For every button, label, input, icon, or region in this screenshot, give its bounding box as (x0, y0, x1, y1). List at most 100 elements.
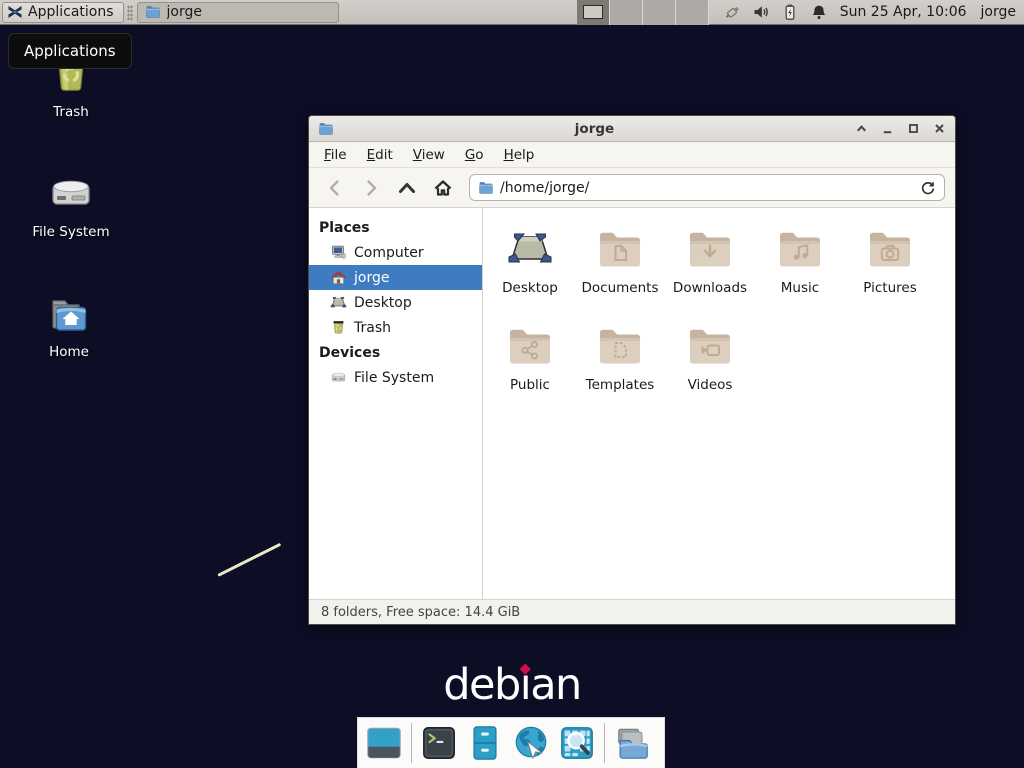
file-item-pictures[interactable]: Pictures (845, 216, 935, 313)
desktop-icon-label: Home (26, 344, 112, 360)
dock-panel (357, 717, 665, 768)
templates-folder-icon (596, 322, 644, 370)
file-item-music[interactable]: Music (755, 216, 845, 313)
menu-view[interactable]: View (403, 144, 455, 166)
desktop-icon-home[interactable]: Home (26, 290, 112, 360)
music-folder-icon (776, 225, 824, 273)
home-folder-icon (45, 290, 93, 338)
computer-icon (330, 244, 347, 261)
file-grid: Desktop Documents Downloads Music Pictures Pu… (483, 208, 955, 599)
sidebar-header-places: Places (309, 215, 482, 240)
up-icon (397, 178, 417, 198)
menubar: FileEditViewGoHelp (309, 142, 955, 168)
toolbar (309, 168, 955, 208)
location-bar (469, 174, 945, 201)
file-item-templates[interactable]: Templates (575, 313, 665, 410)
pictures-folder-icon (866, 225, 914, 273)
workspace-pager (577, 0, 709, 25)
file-item-public[interactable]: Public (485, 313, 575, 410)
window-titlebar[interactable]: jorge (309, 116, 955, 142)
home-icon (330, 269, 347, 286)
filesystem-icon (47, 170, 95, 218)
menu-file[interactable]: File (314, 144, 357, 166)
file-item-label: Videos (688, 377, 733, 393)
file-item-label: Documents (582, 280, 659, 296)
sidebar-header-devices: Devices (309, 340, 482, 365)
sidebar-item-file-system[interactable]: File System (309, 365, 482, 390)
applications-label: Applications (28, 4, 114, 20)
menu-edit[interactable]: Edit (357, 144, 403, 166)
sidebar-item-jorge[interactable]: jorge (309, 265, 482, 290)
file-item-downloads[interactable]: Downloads (665, 216, 755, 313)
location-folder-icon (478, 180, 494, 196)
notifications-icon[interactable] (810, 3, 828, 21)
statusbar: 8 folders, Free space: 14.4 GiB (309, 599, 955, 624)
file-item-label: Templates (586, 377, 655, 393)
shade-window-button[interactable] (855, 122, 868, 135)
menu-help[interactable]: Help (494, 144, 545, 166)
maximize-window-button[interactable] (907, 122, 920, 135)
panel-user-button[interactable]: jorge (981, 4, 1016, 20)
file-manager-window: jorge FileEditViewGoHelp PlacesComputerj… (308, 115, 956, 625)
status-text: 8 folders, Free space: 14.4 GiB (321, 605, 520, 620)
filesystem-icon (330, 369, 347, 386)
documents-folder-icon (596, 225, 644, 273)
up-button[interactable] (391, 174, 423, 202)
file-item-label: Music (781, 280, 819, 296)
sidebar-item-trash[interactable]: Trash (309, 315, 482, 340)
applications-menu-button[interactable]: Applications (2, 2, 124, 23)
window-buttons (855, 122, 946, 135)
forward-button[interactable] (355, 174, 387, 202)
reload-button[interactable] (920, 180, 936, 196)
desktop-icon-label: File System (28, 224, 114, 240)
network-icon[interactable] (723, 3, 741, 21)
file-item-desktop[interactable]: Desktop (485, 216, 575, 313)
workspace-1[interactable] (577, 0, 610, 25)
menu-go[interactable]: Go (455, 144, 494, 166)
workspace-window-preview (583, 5, 603, 19)
videos-folder-icon (686, 322, 734, 370)
file-item-label: Pictures (863, 280, 916, 296)
volume-icon[interactable] (752, 3, 770, 21)
trash-icon (330, 319, 347, 336)
panel-clock[interactable]: Sun 25 Apr, 10:06 (840, 4, 967, 20)
file-item-label: Public (510, 377, 550, 393)
back-icon (325, 178, 345, 198)
location-bar-input[interactable] (500, 180, 914, 196)
close-window-button[interactable] (933, 122, 946, 135)
file-item-label: Downloads (673, 280, 747, 296)
dock-web-browser-icon[interactable] (512, 724, 550, 762)
desktop-icon (506, 225, 554, 273)
cursor-trail-line (217, 543, 281, 577)
battery-icon[interactable] (781, 3, 799, 21)
desktop-icon (330, 294, 347, 311)
workspace-2[interactable] (610, 0, 643, 25)
sidebar-item-desktop[interactable]: Desktop (309, 290, 482, 315)
home-button[interactable] (427, 174, 459, 202)
taskbar: jorge (133, 2, 339, 23)
debian-logo: debıan (443, 660, 581, 710)
top-panel: Applications jorge Sun 25 Apr, 10:06 jor… (0, 0, 1024, 25)
dock-separator (604, 723, 605, 763)
window-folder-icon (318, 121, 334, 137)
dock-directory-menu-icon[interactable] (613, 724, 651, 762)
back-button[interactable] (319, 174, 351, 202)
file-item-documents[interactable]: Documents (575, 216, 665, 313)
sidebar-item-computer[interactable]: Computer (309, 240, 482, 265)
workspace-4[interactable] (676, 0, 709, 25)
dock-app-finder-icon[interactable] (558, 724, 596, 762)
minimize-window-button[interactable] (881, 122, 894, 135)
folder-icon (145, 4, 161, 20)
file-item-videos[interactable]: Videos (665, 313, 755, 410)
system-tray (723, 3, 828, 21)
downloads-folder-icon (686, 225, 734, 273)
applications-tooltip: Applications (8, 33, 132, 69)
workspace-3[interactable] (643, 0, 676, 25)
desktop-icon-label: Trash (28, 104, 114, 120)
dock-show-desktop-icon[interactable] (365, 724, 403, 762)
taskbar-button-jorge[interactable]: jorge (137, 2, 339, 23)
dock-file-manager-icon[interactable] (466, 724, 504, 762)
dock-terminal-icon[interactable] (420, 724, 458, 762)
window-title: jorge (340, 121, 849, 137)
desktop-icon-file-system[interactable]: File System (28, 170, 114, 240)
